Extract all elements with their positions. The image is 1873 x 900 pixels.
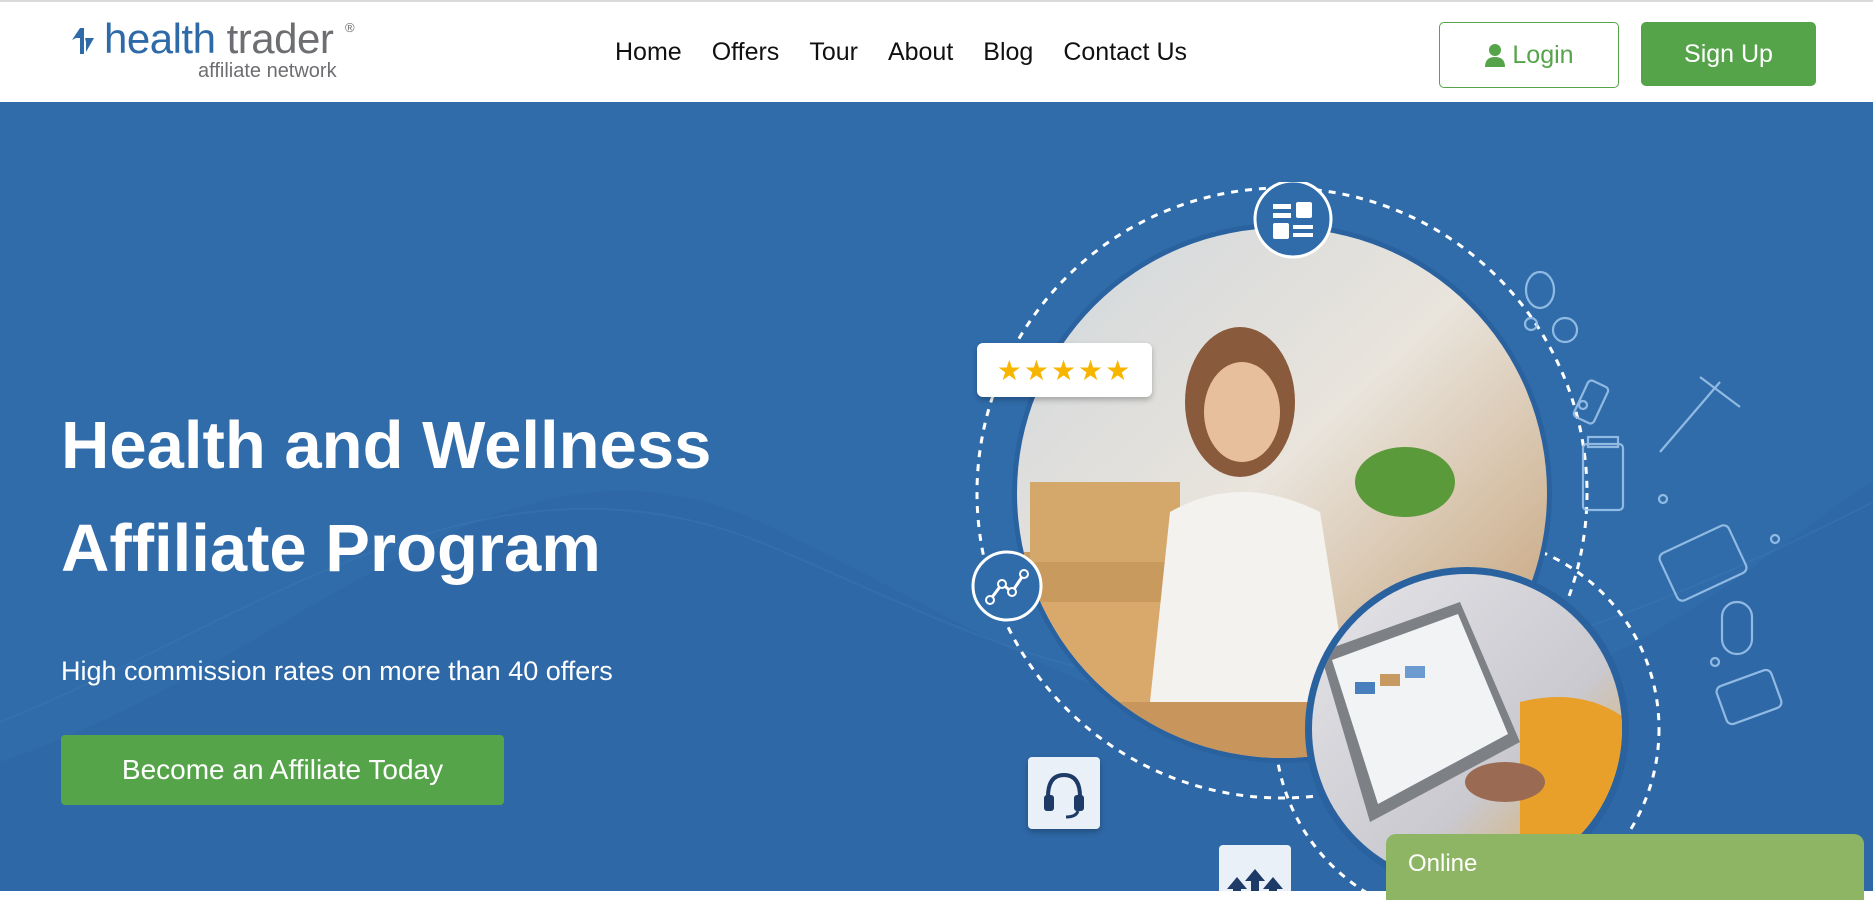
- hero-title: Health and Wellness Affiliate Program: [61, 394, 821, 600]
- brand-name-trader: trader: [226, 15, 334, 62]
- rating-stars: ★★★★★: [996, 354, 1133, 386]
- analytics-icon: [971, 550, 1043, 622]
- rating-card: ★★★★★: [977, 343, 1152, 397]
- nav-about[interactable]: About: [873, 34, 968, 71]
- nav-contact-us[interactable]: Contact Us: [1048, 34, 1202, 71]
- hero-title-line2: Affiliate Program: [61, 511, 601, 586]
- brand-name: health trader: [104, 15, 334, 62]
- nav-offers[interactable]: Offers: [697, 34, 795, 71]
- chat-widget[interactable]: Online: [1386, 834, 1864, 900]
- headset-icon: [1044, 772, 1084, 819]
- site-header: health trader ® affiliate network Home O…: [0, 0, 1873, 102]
- growth-arrows-icon: [1227, 869, 1283, 891]
- nav-home[interactable]: Home: [600, 34, 697, 71]
- hero-title-line1: Health and Wellness: [61, 408, 712, 483]
- brand-logo[interactable]: health trader ® affiliate network: [68, 16, 368, 86]
- nav-blog[interactable]: Blog: [968, 34, 1048, 71]
- signup-button[interactable]: Sign Up: [1641, 22, 1816, 86]
- chat-status-label: Online: [1408, 850, 1478, 877]
- login-label: Login: [1512, 40, 1574, 69]
- login-button[interactable]: Login: [1439, 22, 1619, 88]
- main-nav: Home Offers Tour About Blog Contact Us: [600, 34, 1202, 71]
- registered-mark: ®: [345, 20, 355, 35]
- brand-name-health: health: [104, 15, 216, 62]
- hero-subtitle: High commission rates on more than 40 of…: [61, 656, 613, 686]
- brand-logo-icon: [72, 28, 94, 54]
- become-affiliate-button[interactable]: Become an Affiliate Today: [61, 735, 504, 805]
- user-icon: [1485, 44, 1506, 67]
- support-badge: [1028, 757, 1100, 829]
- growth-badge: [1219, 845, 1291, 891]
- brand-tagline: affiliate network: [198, 60, 337, 82]
- nav-tour[interactable]: Tour: [794, 34, 873, 71]
- dashboard-icon: [1253, 182, 1333, 259]
- hero-section: Health and Wellness Affiliate Program Hi…: [0, 102, 1873, 891]
